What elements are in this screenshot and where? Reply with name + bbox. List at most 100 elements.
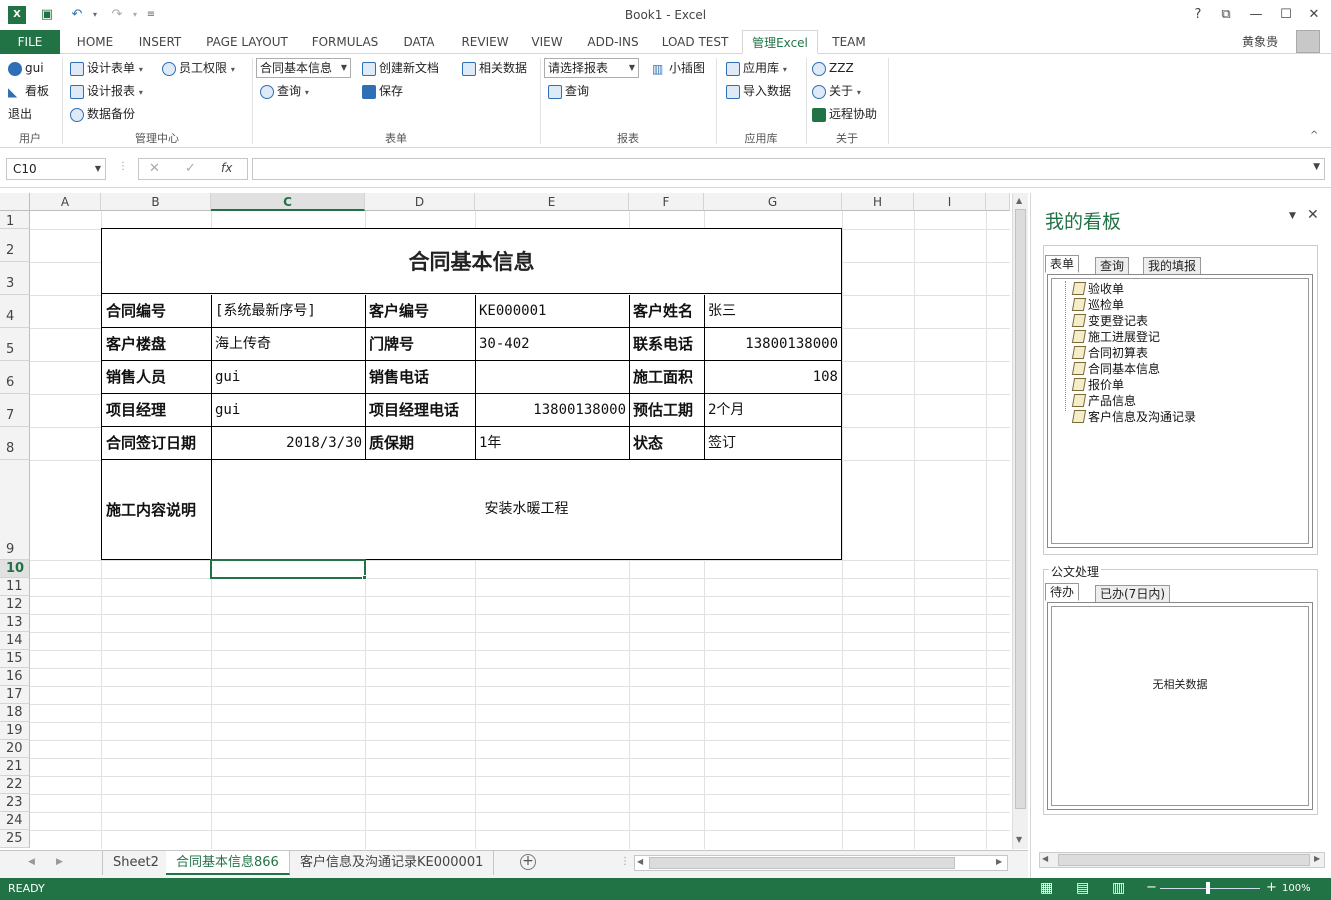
help-button[interactable]: ? xyxy=(1188,6,1208,24)
page-layout-view-icon[interactable]: ▤ xyxy=(1076,880,1089,896)
prev-sheet-icon[interactable]: ◀ xyxy=(28,857,35,867)
scroll-left-icon[interactable]: ◀ xyxy=(1042,854,1048,863)
tab-add-ins[interactable]: ADD-INS xyxy=(580,30,646,54)
scroll-right-icon[interactable]: ▶ xyxy=(996,857,1002,866)
zoom-slider[interactable] xyxy=(1160,888,1260,889)
tree-item[interactable]: 客户信息及沟通记录 xyxy=(1071,409,1196,425)
add-sheet-icon[interactable]: + xyxy=(520,854,536,870)
tab-team[interactable]: TEAM xyxy=(826,30,872,54)
user-name[interactable]: 黄象贵 xyxy=(1232,30,1288,54)
row-header[interactable]: 7 xyxy=(0,394,30,427)
tree-item[interactable]: 报价单 xyxy=(1071,377,1124,393)
scroll-right-icon[interactable]: ▶ xyxy=(1314,854,1320,863)
row-header[interactable]: 25 xyxy=(0,830,30,848)
row-header[interactable]: 22 xyxy=(0,776,30,794)
dashboard-button[interactable]: ◣ 看板 xyxy=(8,81,49,101)
selected-cell[interactable] xyxy=(210,559,366,579)
value-estate[interactable]: 海上传奇 xyxy=(212,328,365,360)
logout-button[interactable]: 退出 xyxy=(8,104,32,124)
value-pm-phone[interactable]: 13800138000 xyxy=(476,394,629,426)
horizontal-scrollbar[interactable]: ◀ ▶ xyxy=(634,855,1008,871)
panel-hscrollbar[interactable]: ◀ ▶ xyxy=(1039,852,1325,868)
row-header[interactable]: 12 xyxy=(0,596,30,614)
app-library-button[interactable]: 应用库 ▾ xyxy=(726,58,787,78)
form-query-button[interactable]: 查询 ▾ xyxy=(260,81,309,101)
sheet-tab-customer[interactable]: 客户信息及沟通记录KE000001 xyxy=(290,851,495,875)
row-header[interactable]: 6 xyxy=(0,361,30,394)
value-salesperson[interactable]: gui xyxy=(212,361,365,393)
data-backup-button[interactable]: 数据备份 xyxy=(70,104,135,124)
tab-review[interactable]: REVIEW xyxy=(454,30,516,54)
related-data-button[interactable]: 相关数据 xyxy=(462,58,527,78)
column-header-c[interactable]: C xyxy=(211,193,365,211)
row-header[interactable]: 15 xyxy=(0,650,30,668)
insert-function-icon[interactable]: fx xyxy=(221,161,232,175)
tab-manage-excel[interactable]: 管理Excel xyxy=(742,30,818,54)
value-contract-no[interactable]: [系统最新序号] xyxy=(212,295,365,327)
row-header[interactable]: 4 xyxy=(0,295,30,328)
tab-data[interactable]: DATA xyxy=(396,30,442,54)
avatar[interactable] xyxy=(1296,30,1320,53)
column-header-e[interactable]: E xyxy=(475,193,629,211)
staff-permission-button[interactable]: 员工权限 ▾ xyxy=(162,58,235,78)
name-box[interactable]: C10 ▼ xyxy=(6,158,106,180)
tab-split-grip-icon[interactable]: ⋮ xyxy=(620,856,630,867)
tree-item[interactable]: 产品信息 xyxy=(1071,393,1136,409)
user-dropdown-icon[interactable]: ▾ xyxy=(1274,39,1278,47)
import-data-button[interactable]: 导入数据 xyxy=(726,81,791,101)
column-header-h[interactable]: H xyxy=(842,193,914,211)
row-header[interactable]: 3 xyxy=(0,262,30,295)
panel-tab-query[interactable]: 查询 xyxy=(1095,257,1130,275)
row-header[interactable]: 11 xyxy=(0,578,30,596)
row-header[interactable]: 21 xyxy=(0,758,30,776)
tab-file[interactable]: FILE xyxy=(0,30,60,54)
panel-close-icon[interactable]: ✕ xyxy=(1307,207,1319,223)
column-header-a[interactable]: A xyxy=(30,193,101,211)
maximize-button[interactable]: ☐ xyxy=(1276,6,1296,24)
vertical-scrollbar[interactable]: ▲ ▼ xyxy=(1012,193,1028,849)
tree-item[interactable]: 验收单 xyxy=(1071,281,1124,297)
tab-load-test[interactable]: LOAD TEST xyxy=(656,30,734,54)
row-header[interactable]: 8 xyxy=(0,427,30,460)
zoom-in-icon[interactable]: + xyxy=(1266,880,1277,895)
scroll-down-icon[interactable]: ▼ xyxy=(1016,835,1022,844)
remote-assist-button[interactable]: 远程协助 xyxy=(812,104,877,124)
row-header[interactable]: 17 xyxy=(0,686,30,704)
panel-tab-my-reports[interactable]: 我的填报 xyxy=(1143,257,1202,275)
value-sign-date[interactable]: 2018/3/30 xyxy=(212,427,365,459)
column-header-d[interactable]: D xyxy=(365,193,475,211)
row-header[interactable]: 2 xyxy=(0,229,30,262)
column-header-f[interactable]: F xyxy=(629,193,704,211)
tree-item[interactable]: 合同初算表 xyxy=(1071,345,1148,361)
form-select[interactable]: 合同基本信息 ▼ xyxy=(256,58,351,78)
value-area[interactable]: 108 xyxy=(705,361,841,393)
tab-formulas[interactable]: FORMULAS xyxy=(306,30,384,54)
row-header[interactable]: 9 xyxy=(0,460,30,560)
row-header[interactable]: 16 xyxy=(0,668,30,686)
user-gui-button[interactable]: gui xyxy=(8,58,44,78)
row-header[interactable]: 18 xyxy=(0,704,30,722)
row-header[interactable]: 23 xyxy=(0,794,30,812)
tab-home[interactable]: HOME xyxy=(68,30,122,54)
page-break-view-icon[interactable]: ▥ xyxy=(1112,880,1125,896)
worksheet-grid[interactable]: A B C D E F G H I 1 2 3 4 5 6 7 8 9 10 1… xyxy=(0,193,1010,849)
panel-tab-todo[interactable]: 待办 xyxy=(1045,583,1080,601)
zzz-button[interactable]: ZZZ xyxy=(812,58,854,78)
close-button[interactable]: ✕ xyxy=(1304,6,1324,24)
value-warranty[interactable]: 1年 xyxy=(476,427,629,459)
row-header[interactable]: 14 xyxy=(0,632,30,650)
value-project-manager[interactable]: gui xyxy=(212,394,365,426)
zoom-out-icon[interactable]: − xyxy=(1146,880,1157,895)
panel-options-icon[interactable]: ▼ xyxy=(1289,211,1296,221)
hscroll-thumb[interactable] xyxy=(649,857,955,869)
value-customer-no[interactable]: KE000001 xyxy=(476,295,629,327)
row-header-selected[interactable]: 10 xyxy=(0,560,30,578)
collapse-ribbon-icon[interactable]: ^ xyxy=(1310,130,1318,141)
row-header[interactable]: 20 xyxy=(0,740,30,758)
report-select[interactable]: 请选择报表 ▼ xyxy=(544,58,639,78)
sheet-tab-contract[interactable]: 合同基本信息866 xyxy=(166,851,290,875)
value-customer-name[interactable]: 张三 xyxy=(705,295,841,327)
tree-item[interactable]: 合同基本信息 xyxy=(1071,361,1160,377)
enter-icon[interactable]: ✓ xyxy=(185,161,196,176)
next-sheet-icon[interactable]: ▶ xyxy=(56,857,63,867)
